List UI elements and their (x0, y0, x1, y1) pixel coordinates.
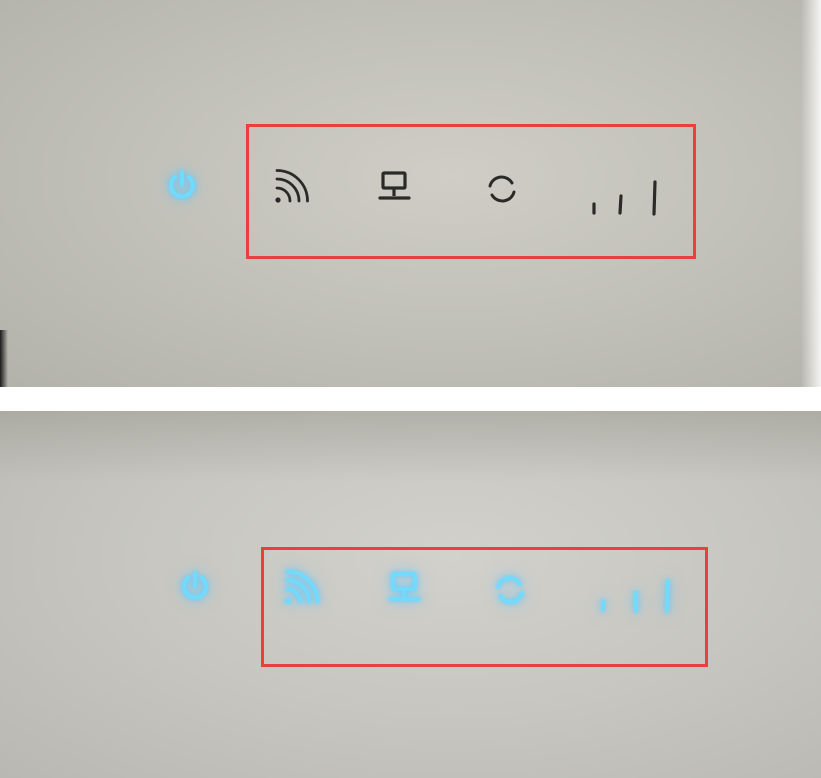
signal-icon (588, 176, 668, 220)
power-icon (165, 168, 199, 202)
signal-icon (596, 577, 676, 621)
lan-icon (388, 571, 422, 605)
power-icon (178, 569, 212, 603)
sync-icon (485, 172, 519, 206)
router-photo-bottom (0, 411, 821, 778)
comparison-image (0, 0, 821, 778)
photo-border (0, 387, 821, 391)
wifi-icon (272, 169, 312, 206)
device-edge (0, 330, 8, 391)
photo-edge (801, 0, 821, 391)
lan-icon (378, 170, 412, 204)
sync-icon (493, 573, 527, 607)
wifi-icon (282, 569, 322, 607)
router-photo-top (0, 0, 821, 391)
shadow (0, 411, 821, 481)
